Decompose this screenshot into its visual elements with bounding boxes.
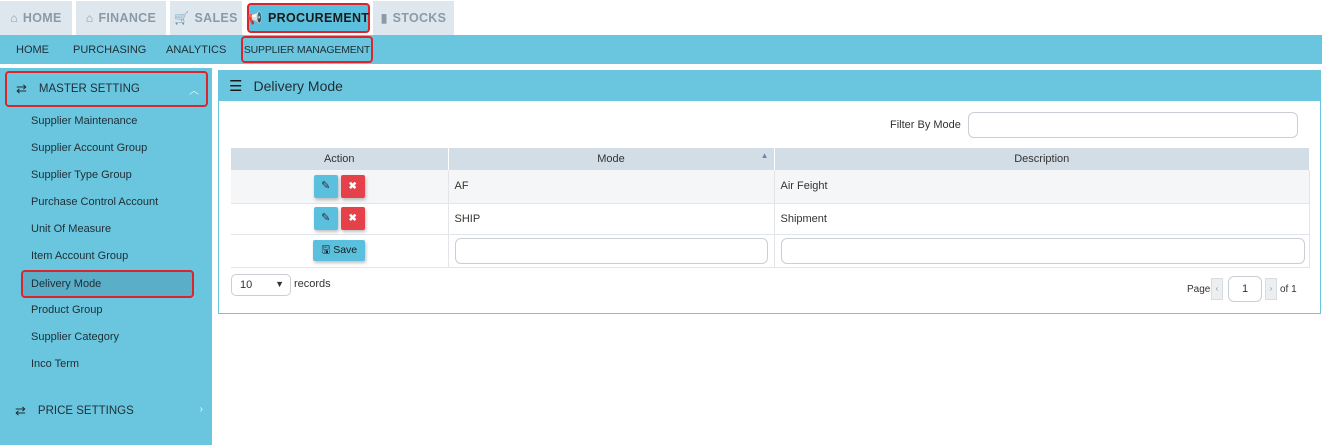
sidebar-section-price-settings[interactable]: ⇄ PRICE SETTINGS › bbox=[0, 402, 212, 420]
sidebar: ⇄ MASTER SETTING ︿ Supplier Maintenance … bbox=[0, 68, 212, 445]
sidebar-item-product-group[interactable]: Product Group bbox=[31, 304, 103, 316]
delivery-mode-panel: ☰ Delivery Mode Filter By Mode Action Mo… bbox=[218, 70, 1321, 314]
new-mode-input[interactable] bbox=[454, 237, 768, 264]
tab-stocks[interactable]: ▮ STOCKS bbox=[373, 1, 454, 35]
page-label: Page bbox=[1187, 284, 1211, 295]
save-button[interactable]: 🖫 Save bbox=[313, 240, 366, 261]
filter-label: Filter By Mode bbox=[890, 119, 961, 131]
sidebar-item-supplier-category[interactable]: Supplier Category bbox=[31, 331, 119, 343]
sidebar-item-item-account-group[interactable]: Item Account Group bbox=[31, 250, 128, 262]
sidebar-item-purchase-control-account[interactable]: Purchase Control Account bbox=[31, 196, 158, 208]
edit-button[interactable]: ✎ bbox=[313, 207, 338, 230]
tab-sales-label: SALES bbox=[194, 11, 238, 25]
subnav-analytics[interactable]: ANALYTICS bbox=[166, 35, 226, 64]
sort-asc-icon[interactable]: ▲ bbox=[761, 151, 769, 160]
exchange-icon: ⇄ bbox=[16, 81, 27, 96]
page-title: Delivery Mode bbox=[253, 78, 343, 94]
chevron-up-icon: ︿ bbox=[189, 86, 199, 97]
exchange-icon: ⇄ bbox=[15, 403, 26, 418]
bar-chart-icon: ▮ bbox=[380, 11, 388, 25]
tab-finance[interactable]: ⌂ FINANCE bbox=[76, 1, 166, 35]
column-header-mode[interactable]: Mode ▲ bbox=[448, 148, 775, 170]
tab-procurement[interactable]: 📢 PROCUREMENT bbox=[247, 3, 370, 33]
chevron-right-icon: › bbox=[199, 404, 203, 415]
new-description-input[interactable] bbox=[780, 237, 1305, 264]
column-header-description: Description bbox=[774, 148, 1310, 170]
subnav-supplier-management[interactable]: SUPPLIER MANAGEMENT bbox=[241, 36, 373, 63]
records-label: records bbox=[294, 278, 331, 290]
tab-finance-label: FINANCE bbox=[98, 11, 157, 25]
delivery-mode-table: Action Mode ▲ Description ✎ ✖ AF Air Feig… bbox=[231, 148, 1310, 268]
next-page-button[interactable]: › bbox=[1265, 278, 1277, 300]
edit-button[interactable]: ✎ bbox=[313, 174, 338, 198]
new-entry-row: 🖫 Save bbox=[231, 234, 1310, 268]
home-icon: ⌂ bbox=[10, 11, 18, 25]
table-row: ✎ ✖ AF Air Feight bbox=[231, 170, 1310, 204]
page-number-input[interactable]: 1 bbox=[1228, 276, 1262, 302]
row-actions: ✎ ✖ bbox=[231, 203, 449, 235]
sub-navigation: HOME PURCHASING ANALYTICS SUPPLIER MANAG… bbox=[0, 35, 1322, 64]
page-size-value: 10 bbox=[240, 279, 253, 291]
page-count-label: of 1 bbox=[1280, 284, 1297, 295]
panel-header: ☰ Delivery Mode bbox=[219, 71, 1320, 101]
cell-description-input bbox=[774, 234, 1310, 268]
column-header-action: Action bbox=[231, 148, 449, 170]
sidebar-item-unit-of-measure[interactable]: Unit Of Measure bbox=[31, 223, 111, 235]
subnav-purchasing[interactable]: PURCHASING bbox=[73, 35, 146, 64]
cart-icon: 🛒 bbox=[174, 11, 190, 25]
prev-page-button[interactable]: ‹ bbox=[1211, 278, 1223, 300]
sidebar-item-inco-term[interactable]: Inco Term bbox=[31, 358, 79, 370]
delete-button[interactable]: ✖ bbox=[340, 207, 365, 230]
table-row: ✎ ✖ SHIP Shipment bbox=[231, 203, 1310, 235]
tab-procurement-label: PROCUREMENT bbox=[268, 11, 370, 25]
sidebar-section-label: MASTER SETTING bbox=[38, 83, 140, 95]
tab-sales[interactable]: 🛒 SALES bbox=[170, 1, 242, 35]
sidebar-item-delivery-mode[interactable]: Delivery Mode bbox=[21, 270, 194, 298]
bank-icon: ⌂ bbox=[85, 11, 94, 25]
cell-mode: AF bbox=[448, 170, 775, 204]
cell-description: Shipment bbox=[774, 203, 1310, 235]
module-tabs: ⌂ HOME ⌂ FINANCE 🛒 SALES 📢 PROCUREMENT ▮… bbox=[0, 0, 1325, 35]
sidebar-item-supplier-type-group[interactable]: Supplier Type Group bbox=[31, 169, 132, 181]
cell-mode-input bbox=[448, 234, 775, 268]
table-header-row: Action Mode ▲ Description bbox=[231, 148, 1310, 170]
sidebar-section-label: PRICE SETTINGS bbox=[37, 405, 134, 417]
save-button-label: Save bbox=[333, 244, 358, 256]
tab-stocks-label: STOCKS bbox=[392, 11, 447, 25]
cell-mode: SHIP bbox=[448, 203, 775, 235]
tab-home-label: HOME bbox=[22, 11, 62, 25]
save-icon: 🖫 bbox=[321, 244, 334, 256]
cell-description: Air Feight bbox=[774, 170, 1310, 204]
row-actions: 🖫 Save bbox=[231, 234, 449, 268]
column-header-mode-label: Mode bbox=[597, 153, 625, 165]
sidebar-item-supplier-maintenance[interactable]: Supplier Maintenance bbox=[31, 115, 137, 127]
sidebar-item-supplier-account-group[interactable]: Supplier Account Group bbox=[31, 142, 147, 154]
page-size-select[interactable]: 10 ▼ bbox=[231, 274, 291, 296]
bullhorn-icon: 📢 bbox=[247, 11, 264, 25]
row-actions: ✎ ✖ bbox=[231, 170, 449, 204]
menu-icon[interactable]: ☰ bbox=[229, 77, 242, 95]
tab-home[interactable]: ⌂ HOME bbox=[0, 1, 72, 35]
filter-by-mode-input[interactable] bbox=[968, 112, 1298, 138]
sidebar-section-master-setting[interactable]: ⇄ MASTER SETTING ︿ bbox=[5, 71, 208, 107]
subnav-home[interactable]: HOME bbox=[16, 35, 49, 64]
delete-button[interactable]: ✖ bbox=[340, 174, 365, 198]
chevron-down-icon: ▼ bbox=[275, 279, 284, 289]
